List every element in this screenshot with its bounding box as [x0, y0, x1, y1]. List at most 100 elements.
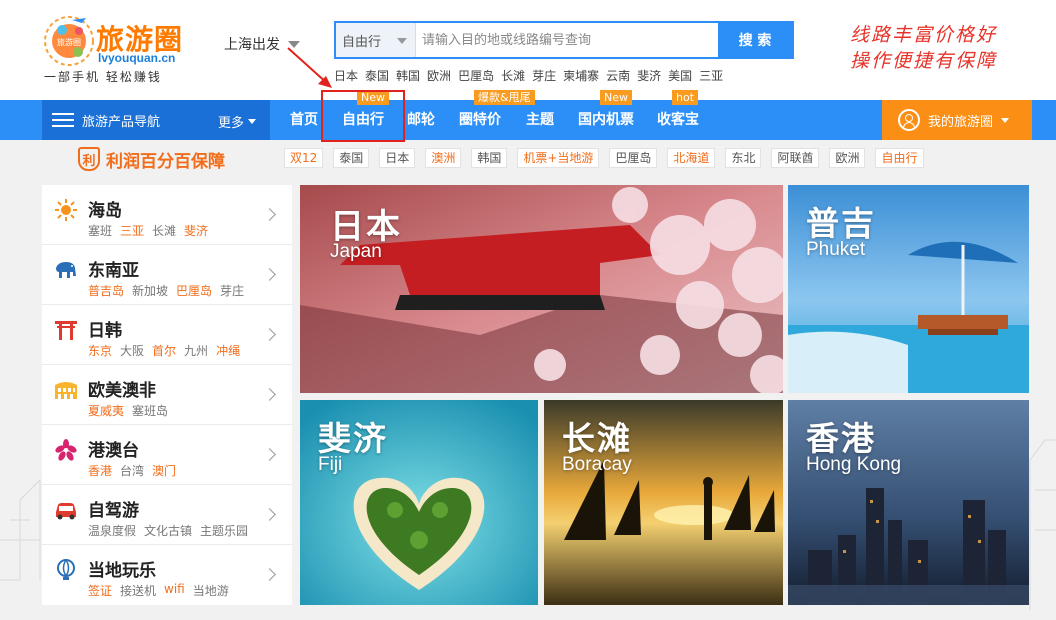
- quick-tag[interactable]: 欧洲: [829, 148, 866, 168]
- category-sub-link[interactable]: 首尔: [152, 342, 176, 359]
- header: 旅游圈 旅游圈 lvyouquan.cn 一部手机 轻松赚钱 上海出发 自由行 …: [0, 0, 1056, 100]
- tile-japan[interactable]: 日本 Japan: [300, 185, 783, 393]
- nav-item-6[interactable]: 收客宝 hot: [657, 90, 699, 140]
- hotword-link[interactable]: 泰国: [365, 67, 389, 84]
- hotword-link[interactable]: 巴厘岛: [458, 67, 494, 84]
- category-sub-link[interactable]: 东京: [88, 342, 112, 359]
- hotword-link[interactable]: 三亚: [699, 67, 723, 84]
- logo[interactable]: 旅游圈 旅游圈 lvyouquan.cn 一部手机 轻松赚钱: [42, 12, 202, 84]
- quick-tag[interactable]: 泰国: [333, 148, 370, 168]
- hotword-link[interactable]: 斐济: [637, 67, 661, 84]
- category-sub-link[interactable]: 新加坡: [132, 282, 168, 299]
- tagline-line1: 线路丰富价格好: [850, 24, 998, 46]
- category-sub-link[interactable]: 九州: [184, 342, 208, 359]
- category-sub-link[interactable]: 澳门: [152, 462, 176, 479]
- tile-fiji-cn: 斐济: [318, 419, 388, 458]
- tile-hongkong[interactable]: 香港 Hong Kong: [788, 400, 1029, 605]
- balloon-icon: [54, 559, 78, 581]
- category-sub-link[interactable]: 三亚: [120, 222, 144, 239]
- category-sub-link[interactable]: 文化古镇: [144, 522, 192, 539]
- quick-tag[interactable]: 阿联酋: [771, 148, 820, 168]
- more-dropdown[interactable]: 更多: [218, 112, 256, 131]
- more-label: 更多: [217, 116, 244, 131]
- tile-phuket[interactable]: 普吉 Phuket: [788, 185, 1029, 393]
- logo-badge-text: 旅游圈: [57, 37, 81, 47]
- category-sub-link[interactable]: wifi: [164, 582, 185, 599]
- category-sub-link[interactable]: 芽庄: [220, 282, 244, 299]
- nav-item-label: 圈特价: [459, 112, 501, 128]
- my-account-button[interactable]: 我的旅游圈: [882, 100, 1032, 140]
- hotword-link[interactable]: 芽庄: [532, 67, 556, 84]
- category-sub-link[interactable]: 夏威夷: [88, 402, 124, 419]
- category-sub-link[interactable]: 当地游: [193, 582, 229, 599]
- category-title: 海岛: [88, 201, 122, 221]
- tile-boracay[interactable]: 长滩 Boracay: [544, 400, 783, 605]
- category-sub-link[interactable]: 长滩: [152, 222, 176, 239]
- nav-item-label: 国内机票: [578, 112, 634, 128]
- category-item[interactable]: 欧美澳非 夏威夷 塞班岛: [42, 365, 292, 425]
- category-sub-link[interactable]: 签证: [88, 582, 112, 599]
- profit-shield-icon: 利: [78, 147, 100, 171]
- profit-guarantee[interactable]: 利 利润百分百保障: [78, 144, 225, 174]
- hotword-link[interactable]: 韩国: [396, 67, 420, 84]
- category-subs: 夏威夷 塞班岛: [88, 402, 176, 419]
- category-sub-link[interactable]: 接送机: [120, 582, 156, 599]
- quick-tag[interactable]: 巴厘岛: [609, 148, 658, 168]
- sun-icon: [54, 199, 78, 221]
- category-title: 港澳台: [88, 441, 139, 461]
- quick-tag[interactable]: 东北: [725, 148, 762, 168]
- nav-item-label: 邮轮: [407, 112, 435, 128]
- category-sub-link[interactable]: 主题乐园: [200, 522, 248, 539]
- category-subs: 塞班 三亚 长滩 斐济: [88, 222, 216, 239]
- quick-tag[interactable]: 日本: [379, 148, 416, 168]
- category-sub-link[interactable]: 塞班岛: [132, 402, 168, 419]
- category-item[interactable]: 自驾游 温泉度假 文化古镇 主题乐园: [42, 485, 292, 545]
- search-button[interactable]: 搜 索: [718, 23, 792, 57]
- nav-item-badge: New: [600, 90, 632, 105]
- hotword-link[interactable]: 云南: [606, 67, 630, 84]
- city-selector-label: 上海出发: [224, 37, 280, 53]
- hotword-link[interactable]: 欧洲: [427, 67, 451, 84]
- quick-tag[interactable]: 自由行: [875, 148, 924, 168]
- category-item[interactable]: 东南亚 普吉岛 新加坡 巴厘岛 芽庄: [42, 245, 292, 305]
- category-sub-link[interactable]: 台湾: [120, 462, 144, 479]
- tile-fiji[interactable]: 斐济 Fiji: [300, 400, 538, 605]
- annotation-arrow-icon: [287, 47, 332, 88]
- tile-fiji-en: Fiji: [318, 454, 343, 475]
- category-sub-link[interactable]: 大阪: [120, 342, 144, 359]
- category-sub-link[interactable]: 冲绳: [216, 342, 240, 359]
- search-input[interactable]: [416, 23, 718, 57]
- category-sub-link[interactable]: 普吉岛: [88, 282, 124, 299]
- quick-tag[interactable]: 澳洲: [425, 148, 462, 168]
- hotword-link[interactable]: 长滩: [501, 67, 525, 84]
- logo-slogan: 一部手机 轻松赚钱: [44, 70, 162, 84]
- hotword-link[interactable]: 柬埔寨: [563, 67, 599, 84]
- nav-item-2[interactable]: 邮轮: [407, 100, 435, 140]
- category-sub-link[interactable]: 斐济: [184, 222, 208, 239]
- nav-item-5[interactable]: 国内机票 New: [578, 90, 634, 140]
- tile-boracay-en: Boracay: [562, 454, 632, 475]
- search-type-select[interactable]: 自由行: [336, 23, 416, 57]
- colosseum-icon: [54, 379, 78, 401]
- my-account-label: 我的旅游圈: [928, 114, 994, 130]
- category-item[interactable]: 日韩 东京 大阪 首尔 九州 冲绳: [42, 305, 292, 365]
- quick-tag[interactable]: 机票+当地游: [517, 148, 600, 168]
- search-bar: 自由行 搜 索: [334, 21, 794, 59]
- category-item[interactable]: 港澳台 香港 台湾 澳门: [42, 425, 292, 485]
- nav-item-0[interactable]: 首页: [290, 100, 318, 140]
- category-sub-link[interactable]: 巴厘岛: [176, 282, 212, 299]
- category-sub-link[interactable]: 香港: [88, 462, 112, 479]
- quick-tag[interactable]: 北海道: [667, 148, 716, 168]
- quick-tag[interactable]: 双12: [284, 148, 324, 168]
- nav-item-3[interactable]: 圈特价 爆款&甩尾: [459, 90, 535, 140]
- user-icon: [898, 109, 920, 131]
- nav-item-4[interactable]: 主题: [526, 100, 554, 140]
- category-item[interactable]: 海岛 塞班 三亚 长滩 斐济: [42, 185, 292, 245]
- category-sub-link[interactable]: 温泉度假: [88, 522, 136, 539]
- product-nav-button[interactable]: 旅游产品导航 更多: [42, 100, 270, 140]
- category-sub-link[interactable]: 塞班: [88, 222, 112, 239]
- quick-tag[interactable]: 韩国: [471, 148, 508, 168]
- hotword-link[interactable]: 美国: [668, 67, 692, 84]
- category-item[interactable]: 当地玩乐 签证 接送机 wifi 当地游: [42, 545, 292, 605]
- tagline: 线路丰富价格好 操作便捷有保障: [850, 22, 1030, 74]
